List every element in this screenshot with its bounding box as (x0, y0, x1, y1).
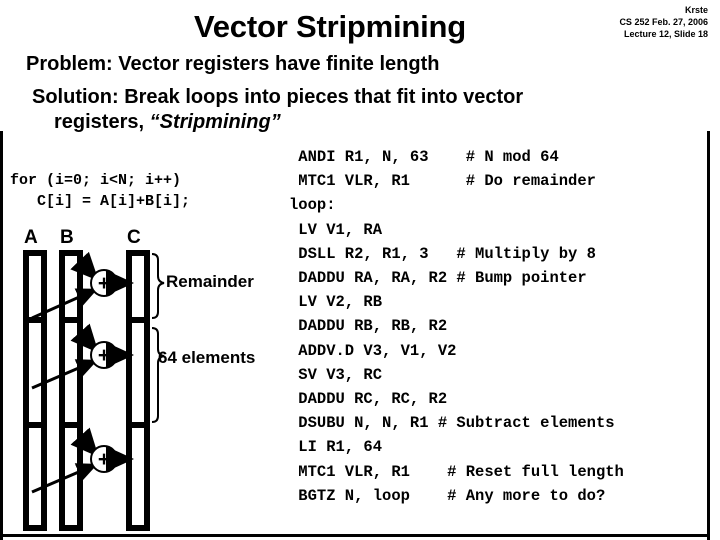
assembly-code-line: DSLL R2, R1, 3 # Multiply by 8 (289, 244, 596, 263)
bullet-solution: Solution: Break loops into pieces that f… (32, 85, 672, 135)
assembly-code-line: DADDU RB, RB, R2 (289, 317, 448, 336)
assembly-code-line: MTC1 VLR, R1 # Reset full length (289, 462, 624, 481)
credits-lecture-slide: Lecture 12, Slide 18 (623, 29, 708, 39)
adder-symbol-3: + (98, 448, 110, 471)
brace-remainder (151, 253, 165, 319)
assembly-code-line: BGTZ N, loop # Any more to do? (289, 486, 606, 505)
frame-bottom-rule (0, 534, 710, 537)
slide-canvas: Vector Stripmining Krste CS 252 Feb. 27,… (0, 0, 720, 540)
bullet-solution-line2: registers, “Stripmining” (32, 110, 672, 135)
assembly-code-line: DSUBU N, N, R1 # Subtract elements (289, 414, 615, 433)
bullet-solution-line1: Solution: Break loops into pieces that f… (32, 86, 524, 108)
c-source-code: for (i=0; i<N; i++) C[i] = A[i]+B[i]; (10, 172, 191, 210)
assembly-code-line: LI R1, 64 (289, 438, 383, 457)
slide-credits: Krste CS 252 Feb. 27, 2006 Lecture 12, S… (488, 4, 708, 40)
vector-bar-c (126, 250, 150, 531)
assembly-code-line: ADDV.D V3, V1, V2 (289, 341, 457, 360)
assembly-code-line: MTC1 VLR, R1 # Do remainder (289, 172, 596, 191)
page-title: Vector Stripmining (194, 9, 466, 44)
adder-symbol-2: + (98, 344, 110, 367)
label-64-elements: 64 elements (158, 348, 256, 367)
assembly-code-line: ANDI R1, N, 63 # N mod 64 (289, 148, 559, 166)
assembly-code-listing: ANDI R1, N, 63 # N mod 64 MTC1 VLR, R1 #… (289, 145, 624, 508)
assembly-code-line: loop: (289, 196, 336, 215)
bullet-solution-line2-prefix: registers, (54, 111, 150, 133)
assembly-code-line: LV V2, RB (289, 293, 383, 312)
adder-symbol-1: + (98, 272, 110, 295)
vector-bar-b (59, 250, 83, 531)
stripmining-diagram: A B C + + + Remainder 64 elements (0, 228, 290, 534)
frame-right-rule (707, 131, 710, 540)
assembly-code-line: DADDU RA, RA, R2 # Bump pointer (289, 269, 587, 288)
assembly-code-line: DADDU RC, RC, R2 (289, 390, 448, 409)
bullet-solution-emphasis: “Stripmining” (149, 111, 281, 133)
credits-author: Krste (684, 5, 708, 15)
assembly-code-line: LV V1, RA (289, 220, 383, 239)
label-remainder: Remainder (166, 272, 254, 291)
assembly-code-line: SV V3, RC (289, 365, 383, 384)
brace-64-elements (151, 327, 165, 423)
credits-course-date: CS 252 Feb. 27, 2006 (619, 17, 708, 27)
bullet-problem: Problem: Vector registers have finite le… (26, 53, 440, 75)
